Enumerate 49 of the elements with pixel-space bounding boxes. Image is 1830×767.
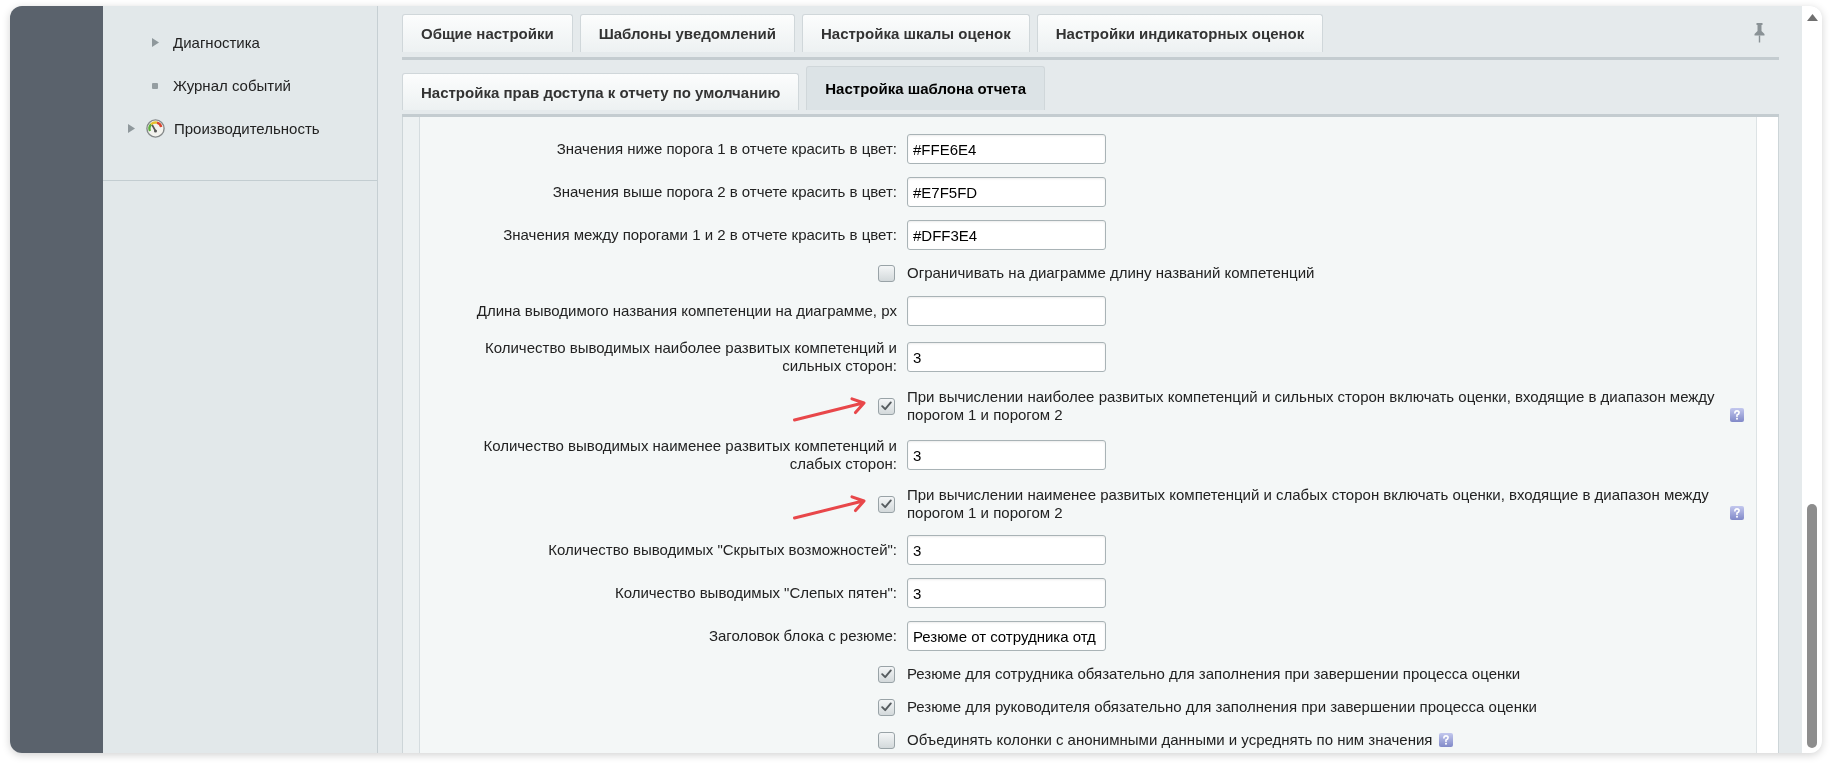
bullet-icon bbox=[152, 82, 158, 89]
checkbox-label: Резюме для сотрудника обязательно для заполнения при завершении процесса оценки bbox=[907, 665, 1521, 683]
checkbox[interactable] bbox=[878, 731, 895, 749]
checkbox[interactable] bbox=[878, 495, 895, 513]
field-label: Значения выше порога 2 в отчете красить в цвет: bbox=[552, 183, 897, 200]
text-field[interactable]: #DFF3E4 bbox=[907, 220, 1106, 250]
sidebar-item[interactable]: Производительность bbox=[128, 119, 320, 138]
tab[interactable]: Настройка шкалы оценок bbox=[802, 14, 1030, 52]
scrollbar-thumb[interactable] bbox=[1807, 504, 1817, 748]
text-field[interactable]: 3 bbox=[907, 440, 1106, 470]
field-label: Значения между порогами 1 и 2 в отчете красить в цвет: bbox=[503, 226, 897, 243]
tab[interactable]: Общие настройки bbox=[402, 14, 573, 52]
pin-icon[interactable] bbox=[1754, 23, 1765, 43]
field-label: Количество выводимых наиболее развитых компетенций и сильных сторон: bbox=[484, 339, 897, 374]
help-icon[interactable] bbox=[1730, 408, 1744, 422]
field-label: Значения ниже порога 1 в отчете красить в цвет: bbox=[556, 140, 897, 157]
field-label: Заголовок блока с резюме: bbox=[708, 627, 897, 644]
text-field[interactable]: #FFE6E4 bbox=[907, 134, 1106, 164]
tab[interactable]: Шаблоны уведомлений bbox=[579, 14, 795, 52]
field-label: Длина выводимого названия компетенции на диаграмме, px bbox=[476, 302, 897, 319]
tab[interactable]: Настройки индикаторных оценок bbox=[1036, 14, 1324, 52]
text-field[interactable]: 3 bbox=[907, 578, 1106, 608]
checkbox-label: Ограничивать на диаграмме длину названий компетенций bbox=[907, 264, 1315, 282]
gauge-icon bbox=[146, 119, 165, 138]
checkbox[interactable] bbox=[878, 665, 895, 683]
help-icon[interactable] bbox=[1439, 733, 1454, 747]
checkbox-label: Резюме для руководителя обязательно для заполнения при завершении процесса оценки bbox=[907, 698, 1537, 716]
checkbox-label: При вычислении наименее развитых компетенций и слабых сторон включать оценки, входящие в диапазон между порогом 1 и порогом 2 bbox=[907, 486, 1710, 522]
text-field[interactable]: Резюме от сотрудника отд bbox=[907, 621, 1106, 651]
text-field[interactable]: 3 bbox=[907, 535, 1106, 565]
tab[interactable]: Настройка шаблона отчета bbox=[806, 66, 1046, 110]
help-icon[interactable] bbox=[1730, 506, 1744, 520]
sidebar-item[interactable]: Журнал событий bbox=[152, 77, 291, 94]
checkbox-label: При вычислении наиболее развитых компетенций и сильных сторон включать оценки, входящие в диапазон между порогом 1 и порогом 2 bbox=[907, 388, 1716, 424]
field-label: Количество выводимых "Слепых пятен": bbox=[614, 584, 897, 601]
checkbox[interactable] bbox=[878, 397, 895, 415]
scroll-up-icon[interactable] bbox=[1806, 14, 1818, 21]
expand-arrow-icon[interactable] bbox=[152, 38, 159, 47]
tab[interactable]: Настройка прав доступа к отчету по умолчанию bbox=[402, 73, 800, 110]
field-label: Количество выводимых "Скрытых возможностей": bbox=[548, 541, 897, 558]
checkbox-label: Объединять колонки с анонимными данными и усреднять по ним значения bbox=[907, 731, 1433, 749]
text-field[interactable]: 3 bbox=[907, 342, 1106, 372]
checkbox[interactable] bbox=[878, 698, 895, 716]
checkbox[interactable] bbox=[878, 264, 895, 282]
text-field[interactable] bbox=[907, 296, 1106, 326]
field-label: Количество выводимых наименее развитых компетенций и слабых сторон: bbox=[483, 437, 897, 472]
text-field[interactable]: #E7F5FD bbox=[907, 177, 1106, 207]
sidebar-item[interactable]: Диагностика bbox=[152, 34, 260, 51]
expand-arrow-icon[interactable] bbox=[128, 124, 135, 133]
